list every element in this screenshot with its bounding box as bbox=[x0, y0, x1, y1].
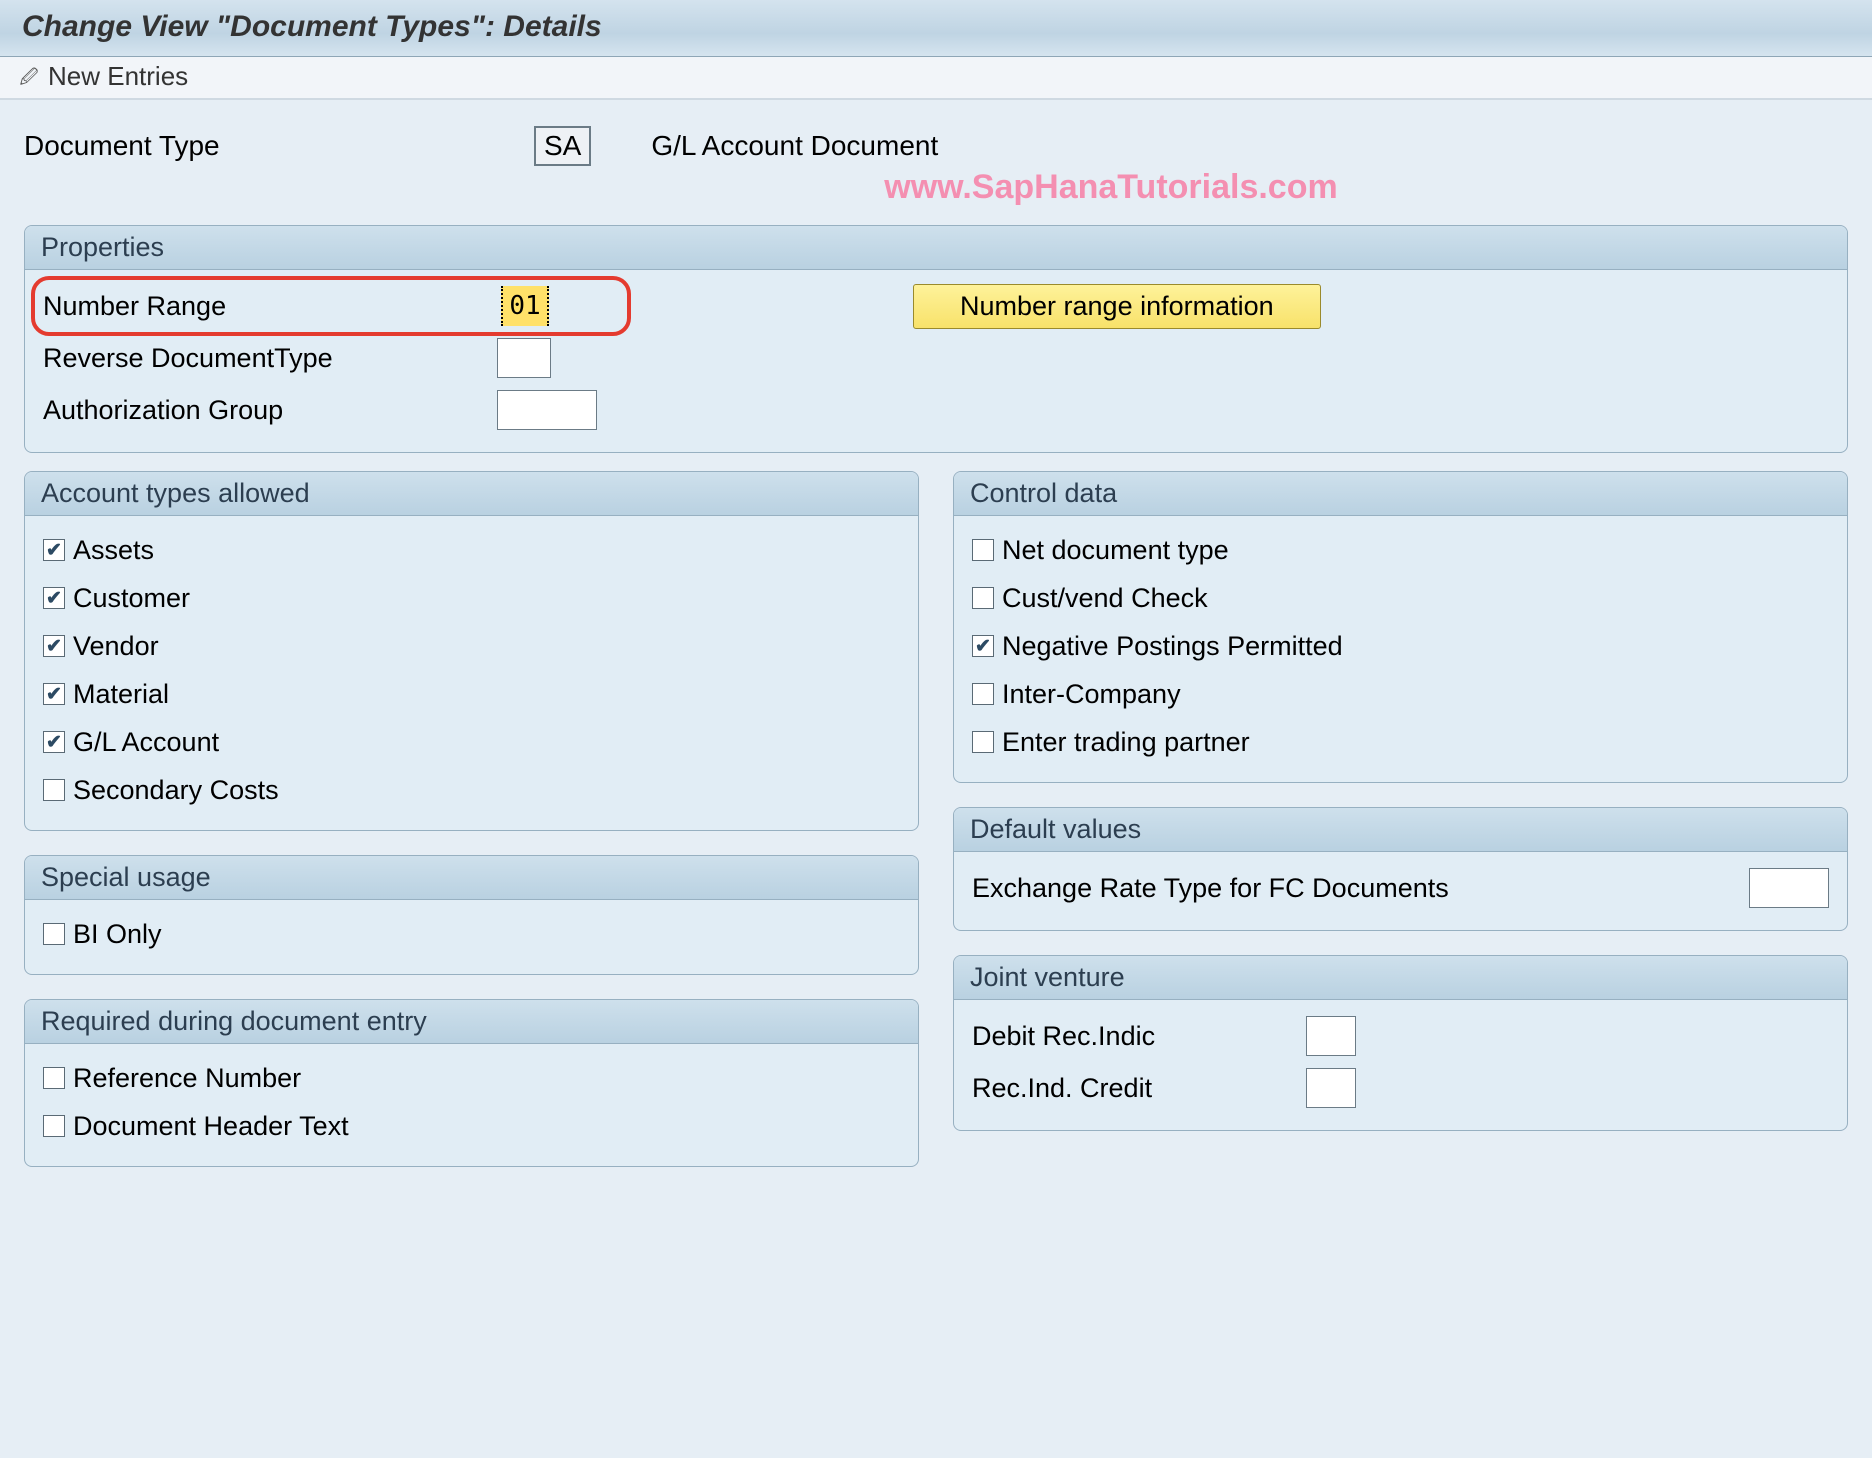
select-block-icon[interactable] bbox=[360, 64, 386, 90]
document-type-code[interactable]: SA bbox=[534, 126, 591, 166]
control-data-label: Enter trading partner bbox=[1002, 727, 1250, 758]
required-entry-label: Reference Number bbox=[73, 1063, 301, 1094]
control-data-row: Inter-Company bbox=[972, 670, 1829, 718]
control-data-label: Cust/vend Check bbox=[1002, 583, 1208, 614]
control-data-checkbox[interactable] bbox=[972, 587, 994, 609]
joint-venture-header: Joint venture bbox=[954, 956, 1847, 1000]
account-type-checkbox[interactable] bbox=[43, 683, 65, 705]
control-data-checkbox[interactable] bbox=[972, 635, 994, 657]
number-range-label: Number Range bbox=[43, 291, 501, 322]
control-data-header: Control data bbox=[954, 472, 1847, 516]
copy-as-icon[interactable] bbox=[232, 64, 258, 90]
watermark-text: www.SapHanaTutorials.com bbox=[16, 168, 1856, 207]
special-usage-checkbox[interactable] bbox=[43, 923, 65, 945]
account-type-row: G/L Account bbox=[43, 718, 900, 766]
control-data-row: Cust/vend Check bbox=[972, 574, 1829, 622]
required-entry-header: Required during document entry bbox=[25, 1000, 918, 1044]
account-type-row: Secondary Costs bbox=[43, 766, 900, 814]
special-usage-group: Special usage BI Only bbox=[24, 855, 919, 975]
rec-ind-credit-input[interactable] bbox=[1306, 1068, 1356, 1108]
detail-toggle-icon[interactable] bbox=[16, 64, 42, 90]
default-values-group: Default values Exchange Rate Type for FC… bbox=[953, 807, 1848, 931]
account-type-checkbox[interactable] bbox=[43, 779, 65, 801]
control-data-row: Net document type bbox=[972, 526, 1829, 574]
special-usage-label: BI Only bbox=[73, 919, 162, 950]
delimit-icon[interactable] bbox=[296, 64, 322, 90]
account-type-row: Assets bbox=[43, 526, 900, 574]
account-types-group: Account types allowed Assets Customer Vend… bbox=[24, 471, 919, 831]
control-data-checkbox[interactable] bbox=[972, 539, 994, 561]
required-entry-label: Document Header Text bbox=[73, 1111, 349, 1142]
undo-icon[interactable] bbox=[264, 64, 290, 90]
control-data-checkbox[interactable] bbox=[972, 731, 994, 753]
rec-ind-credit-label: Rec.Ind. Credit bbox=[972, 1073, 1292, 1104]
number-range-info-button[interactable]: Number range information bbox=[913, 284, 1321, 329]
control-data-checkbox[interactable] bbox=[972, 683, 994, 705]
debit-rec-indic-input[interactable] bbox=[1306, 1016, 1356, 1056]
account-type-checkbox[interactable] bbox=[43, 539, 65, 561]
control-data-label: Negative Postings Permitted bbox=[1002, 631, 1343, 662]
account-type-label: Customer bbox=[73, 583, 190, 614]
account-type-label: Secondary Costs bbox=[73, 775, 279, 806]
document-type-row: Document Type SA G/L Account Document bbox=[16, 122, 1856, 172]
special-usage-row: BI Only bbox=[43, 910, 900, 958]
joint-venture-group: Joint venture Debit Rec.Indic Rec.Ind. C… bbox=[953, 955, 1848, 1131]
account-type-label: Assets bbox=[73, 535, 154, 566]
document-type-description: G/L Account Document bbox=[651, 130, 938, 162]
save-icon[interactable] bbox=[328, 64, 354, 90]
debit-rec-indic-label: Debit Rec.Indic bbox=[972, 1021, 1292, 1052]
control-data-label: Net document type bbox=[1002, 535, 1229, 566]
toolbar: New Entries bbox=[0, 57, 1872, 100]
required-entry-row: Reference Number bbox=[43, 1054, 900, 1102]
default-values-header: Default values bbox=[954, 808, 1847, 852]
control-data-row: Enter trading partner bbox=[972, 718, 1829, 766]
required-entry-group: Required during document entry Reference… bbox=[24, 999, 919, 1167]
account-type-row: Material bbox=[43, 670, 900, 718]
account-type-row: Vendor bbox=[43, 622, 900, 670]
reverse-doc-type-input[interactable] bbox=[497, 338, 551, 378]
control-data-row: Negative Postings Permitted bbox=[972, 622, 1829, 670]
account-type-label: Vendor bbox=[73, 631, 159, 662]
properties-header: Properties bbox=[25, 226, 1847, 270]
account-type-label: Material bbox=[73, 679, 169, 710]
authorization-group-input[interactable] bbox=[497, 390, 597, 430]
account-types-header: Account types allowed bbox=[25, 472, 918, 516]
properties-group: Properties Number Range Number range inf… bbox=[24, 225, 1848, 453]
page-title: Change View "Document Types": Details bbox=[0, 0, 1872, 57]
required-entry-checkbox[interactable] bbox=[43, 1115, 65, 1137]
reverse-doc-type-label: Reverse DocumentType bbox=[43, 343, 483, 374]
account-type-label: G/L Account bbox=[73, 727, 219, 758]
copy-icon[interactable] bbox=[200, 64, 226, 90]
number-range-input[interactable] bbox=[501, 286, 549, 326]
required-entry-row: Document Header Text bbox=[43, 1102, 900, 1150]
new-entries-button[interactable]: New Entries bbox=[48, 61, 188, 92]
account-type-checkbox[interactable] bbox=[43, 731, 65, 753]
account-type-checkbox[interactable] bbox=[43, 587, 65, 609]
exchange-rate-label: Exchange Rate Type for FC Documents bbox=[972, 873, 1449, 904]
account-type-row: Customer bbox=[43, 574, 900, 622]
account-type-checkbox[interactable] bbox=[43, 635, 65, 657]
control-data-group: Control data Net document type Cust/vend … bbox=[953, 471, 1848, 783]
special-usage-header: Special usage bbox=[25, 856, 918, 900]
exchange-rate-input[interactable] bbox=[1749, 868, 1829, 908]
authorization-group-label: Authorization Group bbox=[43, 395, 483, 426]
control-data-label: Inter-Company bbox=[1002, 679, 1181, 710]
content-area: Document Type SA G/L Account Document ww… bbox=[0, 100, 1872, 1187]
required-entry-checkbox[interactable] bbox=[43, 1067, 65, 1089]
document-type-label: Document Type bbox=[24, 130, 494, 162]
